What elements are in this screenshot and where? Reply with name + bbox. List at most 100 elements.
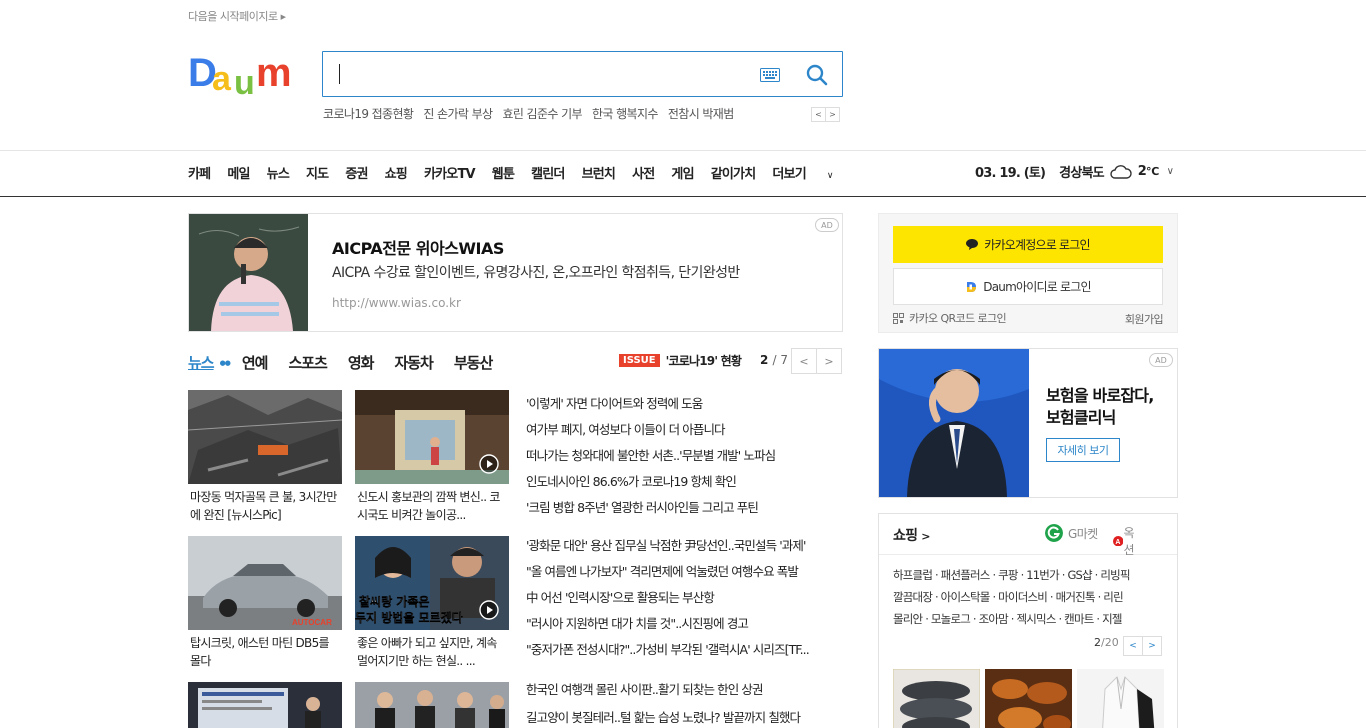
trend-item[interactable]: 진 손가락 부상 <box>423 105 493 122</box>
search-box <box>322 51 843 97</box>
chevron-left-icon[interactable]: < <box>811 107 826 122</box>
shopping-title-link[interactable]: 쇼핑 > <box>893 525 931 545</box>
tab-sports[interactable]: 스포츠 <box>288 352 327 373</box>
headline-item[interactable]: "러시아 지원하면 대가 치를 것"..시진핑에 경고 <box>526 611 844 637</box>
nav-dictionary[interactable]: 사전 <box>632 163 655 182</box>
chevron-right-icon: > <box>921 530 930 543</box>
chevron-right-icon[interactable]: > <box>825 107 840 122</box>
autocar-watermark: AUTOCAR <box>292 618 332 627</box>
headline-item[interactable]: 中 어선 '인력시장'으로 활용되는 부산항 <box>526 585 844 611</box>
play-icon[interactable] <box>479 454 499 474</box>
weather-widget[interactable]: 03. 19. (토) 경상북도 2 ℃ ∨ <box>975 162 1174 181</box>
nav-mail[interactable]: 메일 <box>227 163 250 182</box>
trend-item[interactable]: 한국 행복지수 <box>592 105 658 122</box>
auction-icon: A <box>1113 535 1124 547</box>
shop-links-row[interactable]: 하프클럽 · 패션플러스 · 쿠팡 · 11번가 · GS샵 · 리빙픽 <box>893 564 1168 586</box>
nav-cafe[interactable]: 카페 <box>188 163 211 182</box>
nav-webtoon[interactable]: 웹툰 <box>492 163 515 182</box>
news-thumb-caption[interactable]: 마장동 먹자골목 큰 불, 3시간만에 완진 [뉴시스Pic] <box>190 488 340 524</box>
nav-brunch[interactable]: 브런치 <box>582 163 616 182</box>
daum-logo[interactable]: D a u m <box>188 48 304 100</box>
shop-product-jacket[interactable] <box>1077 669 1164 728</box>
next-button[interactable]: > <box>1142 636 1162 656</box>
tab-realestate[interactable]: 부동산 <box>454 352 493 373</box>
headline-item[interactable]: '이렇게' 자면 다이어트와 정력에 도움 <box>526 391 844 417</box>
play-icon[interactable] <box>479 600 499 620</box>
prev-button[interactable]: < <box>1123 636 1143 656</box>
issue-badge: ISSUE <box>619 354 660 367</box>
trend-item[interactable]: 효린 김준수 기부 <box>502 105 582 122</box>
trend-item[interactable]: 코로나19 접종현황 <box>323 105 414 122</box>
tab-news[interactable]: 뉴스 <box>188 352 215 373</box>
kakao-login-label: 카카오계정으로 로그인 <box>984 238 1090 252</box>
next-button[interactable]: > <box>816 348 842 374</box>
headline-item[interactable]: 여가부 폐지, 여성보다 이들이 더 아픕니다 <box>526 417 844 443</box>
keyboard-icon[interactable] <box>760 68 780 82</box>
qr-login-label: 카카오 QR코드 로그인 <box>909 312 1007 325</box>
nav-stock[interactable]: 증권 <box>345 163 368 182</box>
news-thumb-politics[interactable] <box>355 682 509 728</box>
nav-game[interactable]: 게임 <box>671 163 694 182</box>
shop-product-cushion[interactable] <box>893 669 980 728</box>
chevron-down-icon: ∨ <box>826 171 834 181</box>
shop-page: 2 <box>1094 636 1101 649</box>
search-input[interactable] <box>337 60 737 88</box>
issue-topic[interactable]: ISSUE '코로나19' 현황 <box>619 352 742 369</box>
shop-product-food[interactable] <box>985 669 1072 728</box>
news-thumb-caption[interactable]: 신도시 홍보관의 깜짝 변신.. 코시국도 비켜간 놀이공... <box>357 488 507 524</box>
search-icon[interactable] <box>805 63 829 87</box>
region-label: 경상북도 <box>1059 166 1104 181</box>
news-thumb-caption[interactable]: 탑시크릿, 애스턴 마틴 DB5를 몰다 <box>190 634 340 670</box>
tv-caption-line1: 찰씨랑 가족은 <box>359 594 429 609</box>
gmarket-label: G마켓 <box>1068 526 1098 541</box>
auction-link[interactable]: A 옥션 <box>1113 524 1135 558</box>
nav-map[interactable]: 지도 <box>306 163 329 182</box>
text-caret <box>339 64 340 84</box>
prev-button[interactable]: < <box>791 348 817 374</box>
headline-item[interactable]: '광화문 대안' 용산 집무실 낙점한 尹당선인..국민설득 '과제' <box>526 533 844 559</box>
nav-news[interactable]: 뉴스 <box>267 163 290 182</box>
ad-model-image <box>879 349 1029 497</box>
daum-login-button[interactable]: Daum아이디로 로그인 <box>893 268 1163 305</box>
nav-calendar[interactable]: 캘린더 <box>531 163 565 182</box>
shopping-links: 하프클럽 · 패션플러스 · 쿠팡 · 11번가 · GS샵 · 리빙픽 깔끔대… <box>893 564 1168 630</box>
shop-links-row[interactable]: 몰리안 · 모놀로그 · 조아맘 · 젝시믹스 · 캔마트 · 지젤 <box>893 608 1168 630</box>
headline-item[interactable]: '크림 병합 8주년' 열광한 러시아인들 그리고 푸틴 <box>526 495 844 521</box>
news-tabs: 뉴스 ●● 연예 스포츠 영화 자동차 부동산 <box>188 352 513 373</box>
nav-more[interactable]: 더보기 ∨ <box>772 163 849 182</box>
headline-item[interactable]: 한국인 여행객 몰린 사이판..활기 되찾는 한인 상권 <box>526 677 844 703</box>
nav-kakaotv[interactable]: 카카오TV <box>424 163 476 182</box>
news-thumb-presentation[interactable] <box>188 682 342 728</box>
news-thumb-tv[interactable]: 찰씨랑 가족은 두지 방법을 모르겠다 <box>355 536 509 630</box>
kakao-login-button[interactable]: 카카오계정으로 로그인 <box>893 226 1163 263</box>
headline-item[interactable]: 떠나가는 청와대에 불안한 서촌..'무분별 개발' 노파심 <box>526 443 844 469</box>
nav-shopping[interactable]: 쇼핑 <box>385 163 408 182</box>
headline-item[interactable]: 길고양이 봇질테러..털 핥는 습성 노렸나? 발끝까지 칠했다 <box>526 705 844 728</box>
news-thumb-fire[interactable] <box>188 390 342 484</box>
tab-entertainment[interactable]: 연예 <box>242 352 269 373</box>
shop-total: /20 <box>1101 636 1119 649</box>
set-startpage-link[interactable]: 다음을 시작페이지로 ▶ <box>188 8 286 24</box>
headline-item[interactable]: "올 여름엔 나가보자" 격리면제에 억눌렸던 여행수요 폭발 <box>526 559 844 585</box>
headline-item[interactable]: "중저가폰 전성시대?"..가성비 부각된 '갤럭시A' 시리즈[TF... <box>526 637 844 663</box>
news-thumb-caption[interactable]: 좋은 아빠가 되고 싶지만, 계속 멀어지기만 하는 현실.. ... <box>357 634 507 670</box>
top-banner-ad[interactable]: AICPA전문 위아스WIAS AICPA 수강료 할인이벤트, 유명강사진, … <box>188 213 843 332</box>
headline-item[interactable]: 인도네시아인 86.6%가 코로나19 항체 확인 <box>526 469 844 495</box>
svg-text:m: m <box>256 51 292 95</box>
ad-detail-button[interactable]: 자세히 보기 <box>1046 438 1120 462</box>
gmarket-link[interactable]: G마켓 <box>1045 524 1098 542</box>
qr-login-link[interactable]: 카카오 QR코드 로그인 <box>893 310 1007 326</box>
news-thumb-showroom[interactable] <box>355 390 509 484</box>
trend-item[interactable]: 전참시 박재범 <box>668 105 734 122</box>
ad-title: AICPA전문 위아스WIAS <box>332 239 504 258</box>
auction-label: 옥션 <box>1123 526 1134 557</box>
issue-page: 2 <box>760 353 769 367</box>
news-thumb-car[interactable]: AUTOCAR <box>188 536 342 630</box>
nav-together[interactable]: 같이가치 <box>711 163 756 182</box>
tab-car[interactable]: 자동차 <box>394 352 433 373</box>
side-banner-ad[interactable]: 보험을 바로잡다, 보험클리닉 자세히 보기 AD <box>878 348 1178 498</box>
signup-link[interactable]: 회원가입 <box>1125 311 1164 327</box>
tab-movie[interactable]: 영화 <box>348 352 375 373</box>
shop-links-row[interactable]: 깔끔대장 · 아이스탁몰 · 마이더스비 · 매거진톡 · 리린 <box>893 586 1168 608</box>
shopping-pager: < > <box>1123 636 1162 656</box>
